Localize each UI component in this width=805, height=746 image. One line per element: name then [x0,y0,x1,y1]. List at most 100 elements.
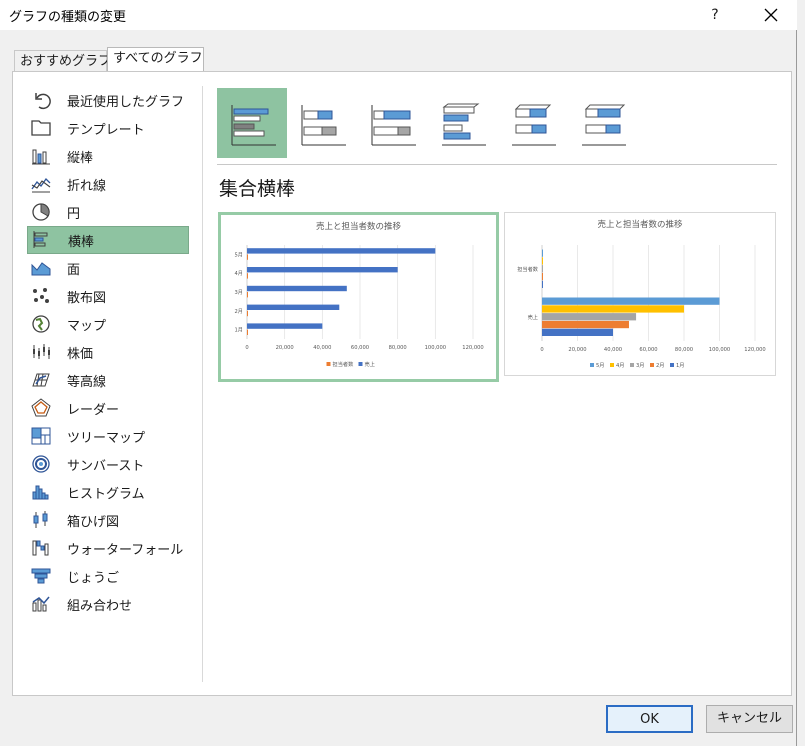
bar-chart-icon [30,229,54,251]
category-label: 担当者数 [517,265,539,273]
x-tick-label: 120,000 [462,345,483,351]
legend-label: 売上 [365,360,375,368]
treemap-icon [29,425,53,447]
sidebar-item-waterfall[interactable]: ウォーターフォール [27,534,189,562]
sidebar-item-folder[interactable]: テンプレート [27,114,189,142]
legend-label: 3月 [636,362,645,369]
x-tick-label: 100,000 [709,347,730,353]
close-button[interactable] [756,2,786,28]
sidebar-item-area-chart[interactable]: 面 [27,254,189,282]
sidebar-item-map-chart[interactable]: マップ [27,310,189,338]
3d-stacked-100-bar-icon [582,104,626,146]
title-bar: グラフの種類の変更 ? [0,0,797,30]
sidebar-item-surface-chart[interactable]: 等高線 [27,366,189,394]
x-tick-label: 0 [245,345,248,351]
funnel-icon [29,565,53,587]
x-tick-label: 20,000 [568,347,586,353]
sidebar-item-label: 横棒 [68,234,95,250]
legend-label: 1月 [676,362,685,369]
legend-swatch [326,362,331,366]
sidebar-item-label: 組み合わせ [67,598,133,614]
column-chart-icon [29,145,53,167]
bar [247,329,248,335]
sidebar-item-funnel[interactable]: じょうご [27,562,189,590]
legend-label: 2月 [656,362,665,369]
sidebar-item-pie-chart[interactable]: 円 [27,198,189,226]
dialog-title: グラフの種類の変更 [9,10,127,25]
chart-preview-svg: 売上と担当者数の推移 0 20,000 40,000 60,000 80,000 100,0… [517,219,765,369]
3d-clustered-bar-icon [442,103,486,146]
sidebar-item-line-chart[interactable]: 折れ線 [27,170,189,198]
divider [202,86,203,682]
sidebar-item-label: 散布図 [67,290,107,306]
category-label: 5月 [235,251,244,258]
bar [542,280,543,288]
bar [247,267,398,273]
x-tick-label: 80,000 [389,345,407,351]
subtype-3d-clustered-bar[interactable] [427,88,497,158]
sidebar-item-recent[interactable]: 最近使用したグラフ [27,86,189,114]
divider [217,164,777,165]
subtype-3d-stacked-bar[interactable] [497,88,567,158]
bar [542,272,543,281]
sidebar-item-histogram[interactable]: ヒストグラム [27,478,189,506]
line-chart-icon [29,173,53,195]
category-label: 1月 [235,327,244,334]
recent-icon [29,89,53,111]
bar [247,323,323,329]
cancel-button[interactable]: キャンセル [706,705,793,733]
sidebar-item-boxwhisker[interactable]: 箱ひげ図 [27,506,189,534]
bar [542,328,613,336]
bar [247,304,340,310]
change-chart-type-dialog: グラフの種類の変更 ? おすすめグラフ すべてのグラフ 最近使用したグラフテンプ… [0,0,797,746]
legend-swatch [630,363,634,367]
x-tick-label: 120,000 [744,347,765,353]
x-tick-label: 20,000 [276,345,294,351]
sidebar-item-stock-chart[interactable]: 株価 [27,338,189,366]
bar [542,305,684,313]
bar [542,257,543,265]
subtype-clustered-bar[interactable] [217,88,287,158]
histogram-icon [29,481,53,503]
sidebar-item-scatter-chart[interactable]: 散布図 [27,282,189,310]
sidebar-item-label: 折れ線 [67,178,107,194]
bar [247,273,248,279]
chart-panel: 最近使用したグラフテンプレート 縦棒折れ線円横棒面散布図マップ 株価 等高線レーダーツ… [12,71,792,696]
subtype-3d-stacked-100-bar[interactable] [567,88,637,158]
map-chart-icon [29,313,53,335]
bar [542,249,543,257]
help-button[interactable]: ? [700,4,730,26]
category-label: 3月 [235,289,244,296]
sidebar-item-sunburst[interactable]: サンバースト [27,450,189,478]
surface-chart-icon [29,369,53,391]
sidebar-item-label: レーダー [67,402,120,418]
chart-title: 売上と担当者数の推移 [597,219,683,230]
legend-swatch [670,363,674,367]
x-tick-label: 80,000 [675,347,693,353]
bar [247,248,436,254]
chart-preview-1[interactable]: 売上と担当者数の推移 0 20,000 40,000 60,000 80,000 100,0… [218,212,499,382]
sidebar-item-label: じょうご [67,570,120,586]
sidebar-item-label: 最近使用したグラフ [67,94,185,110]
tab-all-charts[interactable]: すべてのグラフ [107,47,204,71]
tab-recommended[interactable]: おすすめグラフ [14,50,111,71]
sidebar-item-label: 箱ひげ図 [67,514,120,530]
sidebar-item-label: ツリーマップ [67,430,146,446]
sidebar-item-combo-chart[interactable]: 組み合わせ [27,590,189,618]
bar [542,297,720,305]
x-tick-label: 0 [540,347,543,353]
sidebar-item-column-chart[interactable]: 縦棒 [27,142,189,170]
chart-title: 売上と担当者数の推移 [316,221,402,232]
ok-button[interactable]: OK [606,705,693,733]
bar [247,254,248,260]
sidebar-item-radar-chart[interactable]: レーダー [27,394,189,422]
3d-stacked-bar-icon [512,104,556,146]
scatter-chart-icon [29,285,53,307]
subtype-stacked-bar[interactable] [287,88,357,158]
legend-swatch [650,363,654,367]
sidebar-item-bar-chart[interactable]: 横棒 [27,226,189,254]
close-icon [764,8,778,22]
subtype-stacked-100-bar[interactable] [357,88,427,158]
sidebar-item-treemap[interactable]: ツリーマップ [27,422,189,450]
chart-preview-2[interactable]: 売上と担当者数の推移 0 20,000 40,000 60,000 80,000 100,0… [504,212,776,376]
